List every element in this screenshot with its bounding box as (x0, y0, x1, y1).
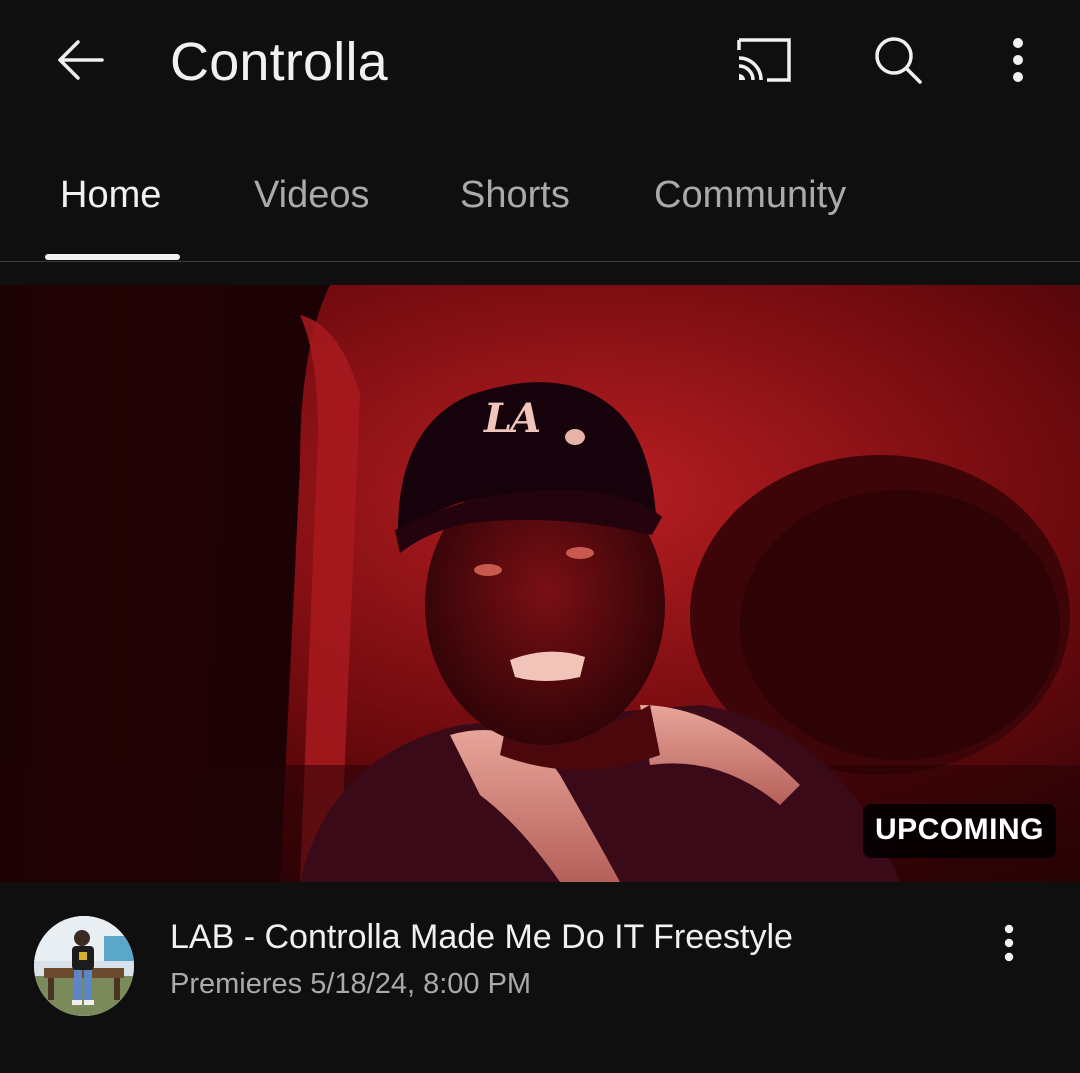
tab-shorts[interactable]: Shorts (460, 172, 570, 218)
channel-page: Controlla Home Videos Shorts Community L… (0, 0, 1080, 1073)
cast-icon (737, 38, 791, 82)
arrow-left-icon (58, 40, 104, 80)
thumbnail-image (0, 285, 1080, 882)
video-title[interactable]: LAB - Controlla Made Me Do IT Freestyle (170, 916, 793, 958)
video-thumbnail[interactable]: LA UPCOMING (0, 285, 1080, 882)
cap-logo: LA (484, 395, 541, 442)
tab-home[interactable]: Home (60, 172, 161, 218)
tab-community[interactable]: Community (654, 172, 846, 218)
cast-button[interactable] (724, 28, 804, 92)
upcoming-badge: UPCOMING (863, 804, 1056, 858)
channel-tabs: Home Videos Shorts Community (0, 150, 1080, 262)
search-button[interactable] (858, 28, 938, 92)
channel-title: Controlla (170, 32, 388, 92)
back-button[interactable] (40, 28, 120, 92)
more-options-button[interactable] (988, 28, 1048, 92)
premiere-info: Premieres 5/18/24, 8:00 PM (170, 968, 532, 1000)
video-details: LAB - Controlla Made Me Do IT Freestyle … (0, 882, 1080, 1073)
tabs-divider (0, 261, 1080, 262)
video-more-button[interactable] (984, 918, 1034, 968)
channel-avatar[interactable] (34, 916, 134, 1016)
search-icon (875, 37, 922, 84)
more-vertical-icon (1004, 924, 1014, 962)
active-tab-indicator (45, 254, 180, 260)
tab-videos[interactable]: Videos (254, 172, 370, 218)
avatar-image (34, 916, 134, 1016)
more-vertical-icon (1013, 38, 1023, 82)
top-app-bar: Controlla (0, 0, 1080, 124)
